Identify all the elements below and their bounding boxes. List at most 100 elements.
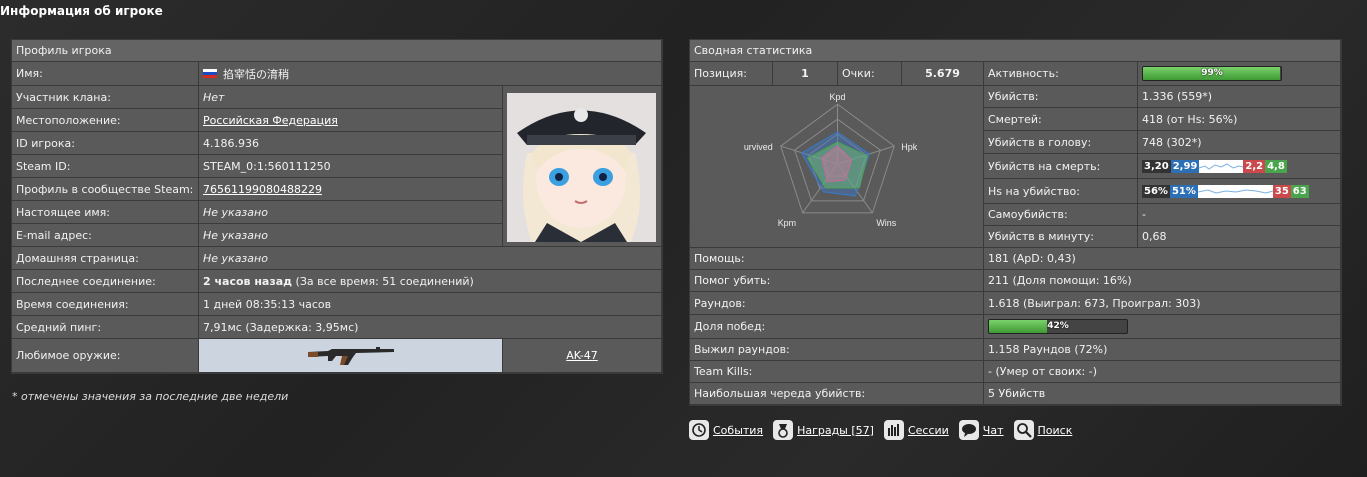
location-value[interactable]: Российская Федерация: [199, 109, 503, 132]
connection-time-value: 1 дней 08:35:13 часов: [199, 293, 662, 316]
name-label: Имя:: [12, 62, 199, 86]
hs-per-kill-label: Hs на убийство:: [984, 179, 1138, 204]
kill-streak-value: 5 Убийств: [984, 383, 1341, 405]
tab-awards-label[interactable]: Награды [57]: [797, 424, 874, 437]
player-avatar: [507, 93, 656, 242]
kd-badge-current: 3,20: [1142, 159, 1171, 173]
steam-profile-value[interactable]: 76561199080488229: [199, 178, 503, 201]
rounds-label: Раундов:: [690, 292, 984, 315]
tab-search[interactable]: Поиск: [1013, 420, 1073, 440]
tab-chat[interactable]: Чат: [958, 420, 1004, 440]
last-connection-total: (За все время: 51 соединений): [292, 274, 474, 288]
activity-bar-text: 99%: [1201, 68, 1223, 78]
deaths-label: Смертей:: [984, 108, 1138, 131]
last-connection-label: Последнее соединение:: [12, 270, 199, 293]
radar-label-survived: urvived: [744, 142, 773, 152]
kills-per-minute-value: 0,68: [1138, 226, 1341, 248]
last-connection-value: 2 часов назад (За все время: 51 соединен…: [199, 270, 662, 293]
rounds-value: 1.618 (Выиграл: 673, Проиграл: 303): [984, 292, 1341, 315]
clan-value: Нет: [199, 86, 503, 109]
russia-flag-icon: [203, 69, 217, 78]
assists-value: 181 (ApD: 0,43): [984, 248, 1341, 270]
weapon-link[interactable]: AK-47: [566, 349, 598, 362]
ping-label: Средний пинг:: [12, 316, 199, 339]
player-id-value: 4.186.936: [199, 132, 503, 155]
win-rate-label: Доля побед:: [690, 315, 984, 339]
tab-awards[interactable]: Награды [57]: [773, 420, 874, 440]
steam-id-value: STEAM_0:1:560111250: [199, 155, 503, 178]
footnote: * отмечены значения за последние две нед…: [12, 390, 289, 403]
suicides-label: Самоубийств:: [984, 204, 1138, 226]
tab-events-label[interactable]: События: [713, 424, 763, 437]
favorite-weapon-label: Любимое оружие:: [12, 339, 199, 373]
medal-icon: [773, 420, 794, 440]
last-connection-time: 2 часов назад: [203, 274, 293, 288]
tab-sessions-label[interactable]: Сессии: [908, 424, 949, 437]
activity-bar: 99%: [1142, 66, 1282, 81]
assist-kills-value: 211 (Доля помощи: 16%): [984, 270, 1341, 292]
summary-header: Сводная статистика: [690, 40, 1341, 62]
assist-kills-label: Помог убить:: [690, 270, 984, 292]
weapon-name-cell[interactable]: AK-47: [503, 339, 662, 373]
position-label: Позиция:: [690, 62, 773, 86]
hs-badge-min: 35: [1272, 184, 1291, 198]
win-rate-bar: 42%: [988, 319, 1128, 334]
steam-profile-label: Профиль в сообществе Steam:: [12, 178, 199, 201]
ak47-icon: [307, 346, 394, 365]
headshots-label: Убийств в голову:: [984, 131, 1138, 154]
steam-profile-link[interactable]: 76561199080488229: [203, 183, 322, 196]
bar-chart-icon: [883, 420, 904, 440]
hs-per-kill-value: 56% 51% 35 63: [1138, 179, 1341, 204]
suicides-value: -: [1138, 204, 1341, 226]
deaths-value: 418 (от Hs: 56%): [1138, 108, 1341, 131]
hs-badge-current: 56%: [1142, 184, 1170, 198]
hs-badge-max: 63: [1290, 184, 1309, 198]
radar-label-hpk: Hpk: [901, 142, 917, 152]
ping-value: 7,91мс (Задержка: 3,95мс): [199, 316, 662, 339]
weapon-image-cell: [199, 339, 503, 373]
summary-panel: Сводная статистика Позиция: 1 Очки: 5.67…: [689, 39, 1342, 406]
location-link[interactable]: Российская Федерация: [203, 114, 338, 127]
kill-streak-label: Наибольшая череда убийств:: [690, 383, 984, 405]
anime-avatar-image: [507, 93, 656, 242]
kills-value: 1.336 (559*): [1138, 86, 1341, 108]
profile-header: Профиль игрока: [12, 40, 662, 62]
kd-label: Убийств на смерть:: [984, 154, 1138, 179]
name-value: 掐宰恬の淯稍: [199, 62, 662, 86]
kd-badge-average: 2,99: [1170, 159, 1200, 173]
homepage-value: Не указано: [199, 247, 662, 270]
team-kills-label: Team Kills:: [690, 361, 984, 383]
real-name-label: Настоящее имя:: [12, 201, 199, 224]
points-value: 5.679: [902, 62, 984, 86]
homepage-label: Домашняя страница:: [12, 247, 199, 270]
tab-sessions[interactable]: Сессии: [883, 420, 949, 440]
tab-search-label[interactable]: Поиск: [1038, 424, 1073, 437]
chat-bubble-icon: [958, 420, 979, 440]
points-label: Очки:: [838, 62, 902, 86]
kills-label: Убийств:: [984, 86, 1138, 108]
assists-label: Помощь:: [690, 248, 984, 270]
activity-value: 99%: [1138, 62, 1341, 86]
bottom-tabbar: События Награды [57] Сессии Чат Поиск: [689, 420, 1082, 440]
hs-sparkline: [1197, 184, 1274, 198]
hs-badge-average: 51%: [1169, 184, 1198, 198]
kills-per-minute-label: Убийств в минуту:: [984, 226, 1138, 248]
connection-time-label: Время соединения:: [12, 293, 199, 316]
radar-label-wins: Wins: [876, 217, 896, 227]
tab-events[interactable]: События: [689, 420, 763, 440]
radar-label-kpd: Kpd: [830, 92, 846, 102]
magnifier-icon: [1013, 420, 1034, 440]
player-name: 掐宰恬の淯稍: [223, 67, 289, 81]
rounds-survived-value: 1.158 Раундов (72%): [984, 339, 1341, 361]
player-id-label: ID игрока:: [12, 132, 199, 155]
clan-label: Участник клана:: [12, 86, 199, 109]
clock-icon: [689, 420, 709, 440]
win-rate-value: 42%: [984, 315, 1341, 339]
real-name-value: Не указано: [199, 201, 503, 224]
radar-chart-cell: Kpd Hpk Wins Kpm urvived: [690, 86, 984, 248]
tab-chat-label[interactable]: Чат: [983, 424, 1004, 437]
radar-label-kpm: Kpm: [778, 217, 796, 227]
position-value: 1: [773, 62, 838, 86]
kd-sparkline: [1199, 159, 1244, 173]
radar-chart: Kpd Hpk Wins Kpm urvived: [744, 92, 918, 228]
